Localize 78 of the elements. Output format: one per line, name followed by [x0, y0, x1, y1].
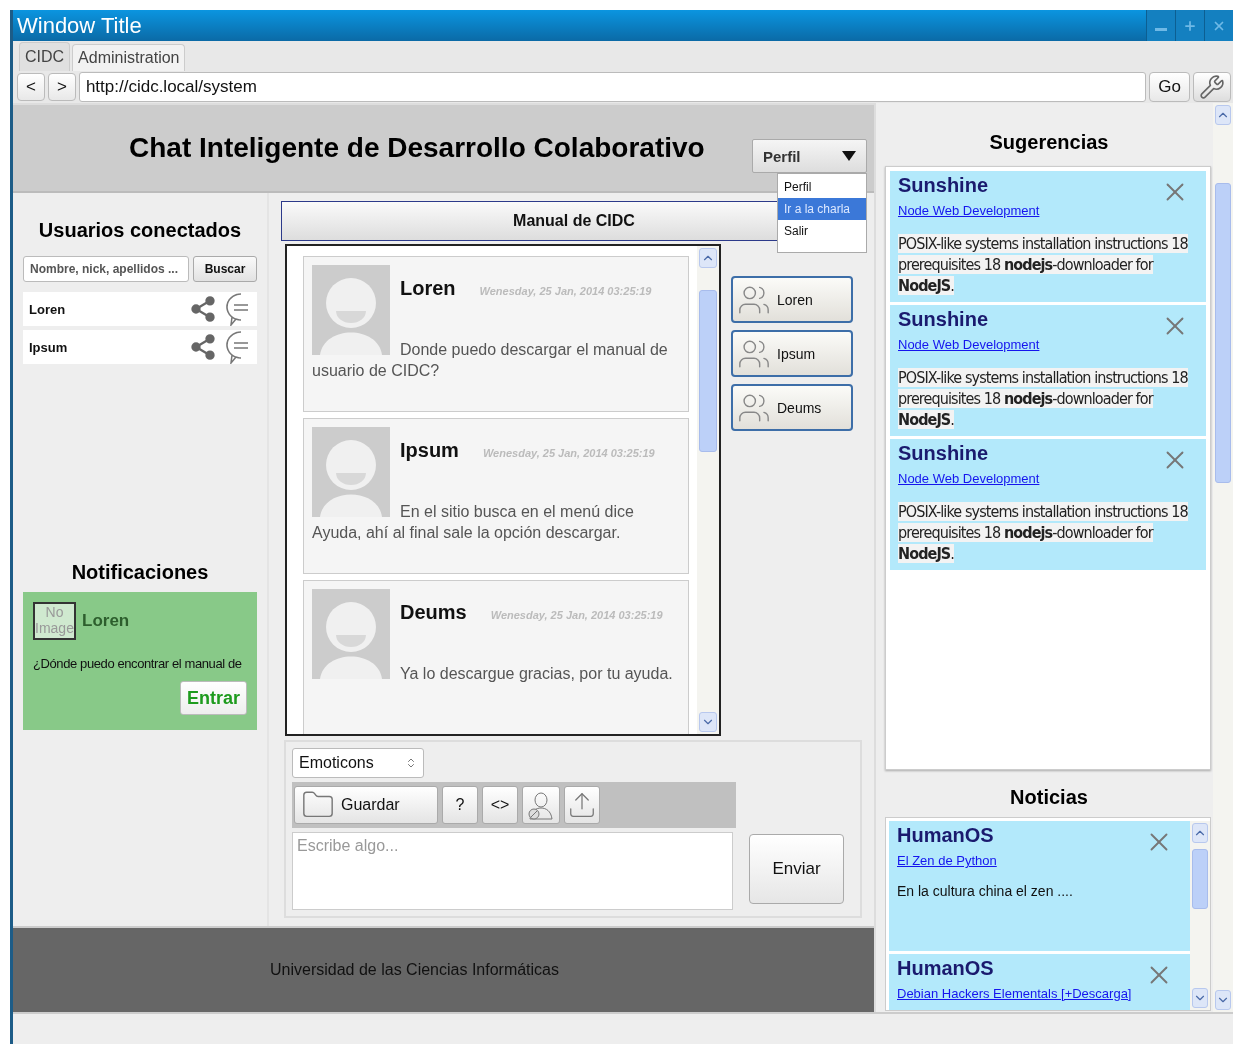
- avatar-icon: [312, 427, 390, 517]
- card-title: HumanOS: [897, 824, 994, 847]
- browser-tab[interactable]: Administration: [72, 44, 186, 71]
- format-button[interactable]: ?: [442, 786, 478, 824]
- notification-sender: Loren: [82, 611, 130, 631]
- settings-button[interactable]: [1193, 72, 1231, 102]
- send-button[interactable]: Enviar: [749, 834, 844, 904]
- plus-icon: [1183, 18, 1197, 33]
- section-heading: Notificaciones: [70, 561, 210, 584]
- card-link[interactable]: El Zen de Python: [897, 853, 997, 868]
- user-row[interactable]: Ipsum: [23, 330, 257, 364]
- participant-button[interactable]: Ipsum: [731, 330, 853, 377]
- card-link[interactable]: Debian Hackers Elementals [+Descarga]: [897, 986, 1132, 1001]
- browser-tab[interactable]: CIDC: [19, 42, 71, 71]
- card-link[interactable]: Node Web Development: [898, 337, 1040, 352]
- placeholder-text: No Image: [35, 604, 74, 636]
- emoticons-select[interactable]: Emoticons: [292, 748, 424, 778]
- message-time: Wenesday, 25 Jan, 2014 03:25:19: [482, 447, 655, 459]
- participant-button[interactable]: Deums: [731, 384, 853, 431]
- message-input[interactable]: Escribe algo...: [292, 832, 733, 910]
- message-author: Loren: [400, 277, 456, 300]
- page-title: Chat Inteligente de Desarrollo Colaborativo: [129, 132, 705, 164]
- user-name: Loren: [29, 301, 67, 317]
- forward-button[interactable]: >: [47, 73, 76, 101]
- message-text: Ya lo descargue gracias, por tu ayuda.: [399, 664, 674, 684]
- message-author: Ipsum: [400, 439, 459, 462]
- user-name: Ipsum: [29, 339, 69, 355]
- message-text: En el sitio busca en el menú dice Ayuda, ahí al final sale la opción descargar.: [312, 502, 635, 543]
- card-title: Sunshine: [898, 442, 988, 465]
- card-link[interactable]: Node Web Development: [898, 203, 1040, 218]
- avatar-icon: [312, 265, 390, 355]
- section-heading: Usuarios conectados: [37, 219, 243, 242]
- search-field[interactable]: Nombre, nick, apellidos ...: [23, 256, 189, 282]
- profile-dropdown[interactable]: Perfil: [752, 139, 867, 173]
- section-heading: Noticias: [1009, 786, 1089, 809]
- wrench-icon: [1199, 74, 1225, 100]
- url-field[interactable]: http://cidc.local/system: [78, 72, 1147, 102]
- card-text: En la cultura china el zen ....: [897, 883, 1074, 899]
- window-title: Window Title: [17, 12, 142, 39]
- message-time: Wenesday, 25 Jan, 2014 03:25:19: [479, 285, 652, 297]
- scrollbar[interactable]: [697, 246, 719, 734]
- message-time: Wenesday, 25 Jan, 2014 03:25:19: [490, 609, 663, 621]
- maximize-button[interactable]: [1175, 10, 1204, 41]
- upload-icon: [567, 790, 597, 820]
- section-heading: Sugerencias: [988, 131, 1110, 154]
- card-text: POSIX-like systems installation instructions 18 prerequisites 18 nodejs-downloader for NodeJS.: [898, 501, 1189, 564]
- card-link[interactable]: Node Web Development: [898, 471, 1040, 486]
- back-button[interactable]: <: [17, 73, 45, 101]
- menu-item[interactable]: Ir a la charla: [778, 198, 866, 220]
- upload-button[interactable]: [564, 786, 600, 824]
- participant-button[interactable]: Loren: [731, 276, 853, 323]
- message-author: Deums: [400, 601, 467, 624]
- close-button[interactable]: [1204, 10, 1233, 41]
- share-icon[interactable]: [189, 333, 217, 361]
- card-title: HumanOS: [897, 957, 994, 980]
- share-icon[interactable]: [189, 295, 217, 323]
- minimize-button[interactable]: [1146, 10, 1175, 41]
- menu-item[interactable]: Salir: [778, 220, 866, 242]
- user-block-button[interactable]: [522, 786, 560, 824]
- save-button[interactable]: Guardar: [294, 786, 438, 824]
- card-text: POSIX-like systems installation instructions 18 prerequisites 18 nodejs-downloader for NodeJS.: [898, 367, 1189, 430]
- footer-text: Universidad de las Ciencias Informáticas: [270, 961, 559, 979]
- card-title: Sunshine: [898, 174, 988, 197]
- scrollbar[interactable]: [1213, 103, 1233, 1012]
- user-row[interactable]: Loren: [23, 292, 257, 326]
- caret-icon: [842, 151, 856, 161]
- updown-arrows-icon: [405, 757, 417, 769]
- go-button[interactable]: Go: [1149, 72, 1190, 102]
- search-button[interactable]: Buscar: [193, 256, 257, 282]
- menu-item[interactable]: Perfil: [778, 176, 866, 198]
- card-title: Sunshine: [898, 308, 988, 331]
- minimize-icon: [1155, 28, 1167, 31]
- avatar-icon: [312, 589, 390, 679]
- format-button[interactable]: <>: [482, 786, 518, 824]
- notification-message: ¿Dónde puedo encontrar el manual de: [33, 656, 243, 671]
- message-text: Donde puedo descargar el manual de usuario de CIDC?: [312, 340, 669, 381]
- card-text: POSIX-like systems installation instructions 18 prerequisites 18 nodejs-downloader for NodeJS.: [898, 233, 1189, 296]
- scrollbar[interactable]: [1190, 821, 1210, 1010]
